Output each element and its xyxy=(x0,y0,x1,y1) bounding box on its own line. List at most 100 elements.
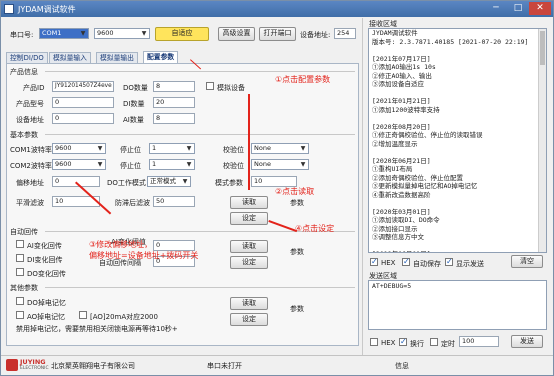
ao-power-memory-checkbox[interactable] xyxy=(16,311,24,319)
offset-address-label: 偏移地址 xyxy=(16,179,44,187)
receive-line: JYDAM调试软件 xyxy=(372,29,418,37)
config-panel: 产品信息 产品ID JY912014507Z4eve DO数量 8 模拟设备 产… xyxy=(6,59,359,346)
receive-line: [2019年06月01日] xyxy=(369,250,546,252)
tab-control-dido[interactable]: 控制DI/DO xyxy=(6,52,48,63)
di-change-report-label: DI变化回传 xyxy=(27,256,63,264)
analog-device-checkbox[interactable] xyxy=(206,82,214,90)
receive-line: ②修正AO输入、输出 xyxy=(372,71,432,80)
company-logo-icon xyxy=(6,359,18,371)
scrollbar[interactable] xyxy=(538,29,546,252)
receive-line: ②添加奇偶校验位、停止位配置 xyxy=(372,173,463,182)
maximize-button[interactable]: □ xyxy=(507,2,529,15)
di-count-label: DI数量 xyxy=(123,100,145,108)
address-label: 设备地址 xyxy=(16,116,44,124)
newline-checkbox[interactable] xyxy=(399,337,407,346)
device-address-input[interactable]: 254 xyxy=(334,28,356,39)
annotation-2: ②点击读取 xyxy=(275,187,315,196)
chevron-down-icon: ▼ xyxy=(97,161,103,168)
close-button[interactable]: ✕ xyxy=(529,2,551,15)
open-port-button[interactable]: 打开端口 xyxy=(259,27,296,41)
basic-set-button[interactable]: 设定 xyxy=(230,212,268,225)
receive-line: [2021年01月21日] xyxy=(372,97,431,105)
advanced-settings-button[interactable]: 高级设置 xyxy=(218,27,255,41)
smooth-filter-label: 平滑滤波 xyxy=(16,199,44,207)
auto-save-checkbox[interactable] xyxy=(402,257,410,266)
minimize-button[interactable]: ─ xyxy=(485,2,507,15)
send-input[interactable]: AT+DEBUG=5 xyxy=(368,280,547,330)
chevron-down-icon: ▼ xyxy=(300,145,306,152)
ao-range-checkbox[interactable] xyxy=(79,311,87,319)
ao-power-memory-label: AO掉电记忆 xyxy=(27,313,66,321)
chevron-down-icon: ▼ xyxy=(300,161,306,168)
parity-2-label: 校验位 xyxy=(223,162,244,170)
product-id-field[interactable]: JY912014507Z4eve xyxy=(52,81,114,92)
basic-param-label: 参数 xyxy=(290,199,304,207)
chevron-down-icon: ▼ xyxy=(80,30,86,37)
receive-hex-checkbox[interactable] xyxy=(370,257,378,266)
divider xyxy=(362,18,363,355)
timer-label: 定时 xyxy=(441,340,455,348)
com2-baud-select[interactable]: 9600 ▼ xyxy=(52,159,106,170)
ai-change-report-checkbox[interactable] xyxy=(16,240,24,248)
tab-analog-output[interactable]: 模拟量输出 xyxy=(96,52,138,63)
clear-button[interactable]: 清空 xyxy=(511,255,543,268)
receive-log[interactable]: JYDAM调试软件 版本号: 2.3.7871.40185 [2021-07-20… xyxy=(368,28,547,253)
ai-count-field[interactable]: 8 xyxy=(153,113,195,124)
com1-baud-select[interactable]: 9600 ▼ xyxy=(52,143,106,154)
auto-adapt-button[interactable]: 自适应 xyxy=(155,27,209,41)
timer-input[interactable]: 100 xyxy=(459,336,499,347)
do-change-report-label: DO变化回传 xyxy=(27,270,66,278)
tab-config-params[interactable]: 配置参数 xyxy=(143,51,179,63)
basic-section-title: 基本参数 xyxy=(10,131,38,139)
parity-1-select[interactable]: None ▼ xyxy=(251,143,309,154)
tab-analog-input[interactable]: 模拟量输入 xyxy=(49,52,91,63)
other-set-button[interactable]: 设定 xyxy=(230,313,268,326)
receive-line: ④重新改造数据高阶 xyxy=(372,190,431,199)
send-hex-checkbox[interactable] xyxy=(370,338,378,346)
annotation-3-line2: 偏移地址=设备地址+拨码开关 xyxy=(89,251,199,260)
baud-select[interactable]: 9600 ▼ xyxy=(94,28,150,39)
auto-param-label: 参数 xyxy=(290,248,304,256)
product-section-title: 产品信息 xyxy=(10,68,38,76)
do-mode-label: DO工作模式 xyxy=(107,179,146,187)
stop-bit-2-label: 停止位 xyxy=(120,162,141,170)
info-label: 信息 xyxy=(395,362,409,370)
receive-line: ①重构UI布局 xyxy=(372,165,413,173)
logo-subtext: ELECTRONIC xyxy=(20,366,49,371)
divider xyxy=(45,134,355,135)
send-button[interactable]: 发送 xyxy=(511,335,543,348)
parity-2-select[interactable]: None ▼ xyxy=(251,159,309,170)
receive-line: ③添加设备自适应 xyxy=(372,80,424,88)
stop-bit-1-label: 停止位 xyxy=(120,146,141,154)
receive-line xyxy=(369,148,546,157)
show-send-checkbox[interactable] xyxy=(445,257,453,266)
chevron-down-icon: ▼ xyxy=(186,145,192,152)
auto-read-button[interactable]: 读取 xyxy=(230,240,268,253)
anti-lag-filter-input[interactable]: 50 xyxy=(153,196,195,207)
address-field[interactable]: 0 xyxy=(52,113,114,124)
annotation-1: ①点击配置参数 xyxy=(275,75,331,84)
model-field[interactable]: 0 xyxy=(52,97,114,108)
chevron-down-icon: ▼ xyxy=(182,178,188,185)
receive-line xyxy=(369,114,546,123)
auto-set-button[interactable]: 设定 xyxy=(230,256,268,269)
chevron-down-icon: ▼ xyxy=(186,161,192,168)
receive-line: ①添加读取DI、DO命令 xyxy=(372,216,440,224)
basic-read-button[interactable]: 读取 xyxy=(230,196,268,209)
do-count-field[interactable]: 8 xyxy=(153,81,195,92)
stop-bit-2-select[interactable]: 1 ▼ xyxy=(149,159,195,170)
di-count-field[interactable]: 20 xyxy=(153,97,195,108)
do-mode-select[interactable]: 正常模式 ▼ xyxy=(147,176,191,187)
do-power-memory-checkbox[interactable] xyxy=(16,297,24,305)
di-change-report-checkbox[interactable] xyxy=(16,254,24,262)
stop-bit-1-select[interactable]: 1 ▼ xyxy=(149,143,195,154)
annotation-arrow-2 xyxy=(248,94,250,190)
port-select[interactable]: COM1 ▼ xyxy=(39,28,89,39)
other-read-button[interactable]: 读取 xyxy=(230,297,268,310)
newline-label: 换行 xyxy=(410,340,424,348)
send-hex-label: HEX xyxy=(381,339,396,347)
do-change-report-checkbox[interactable] xyxy=(16,268,24,276)
device-address-label: 设备地址: xyxy=(300,31,331,39)
timer-checkbox[interactable] xyxy=(430,338,438,346)
do-count-label: DO数量 xyxy=(123,84,148,92)
